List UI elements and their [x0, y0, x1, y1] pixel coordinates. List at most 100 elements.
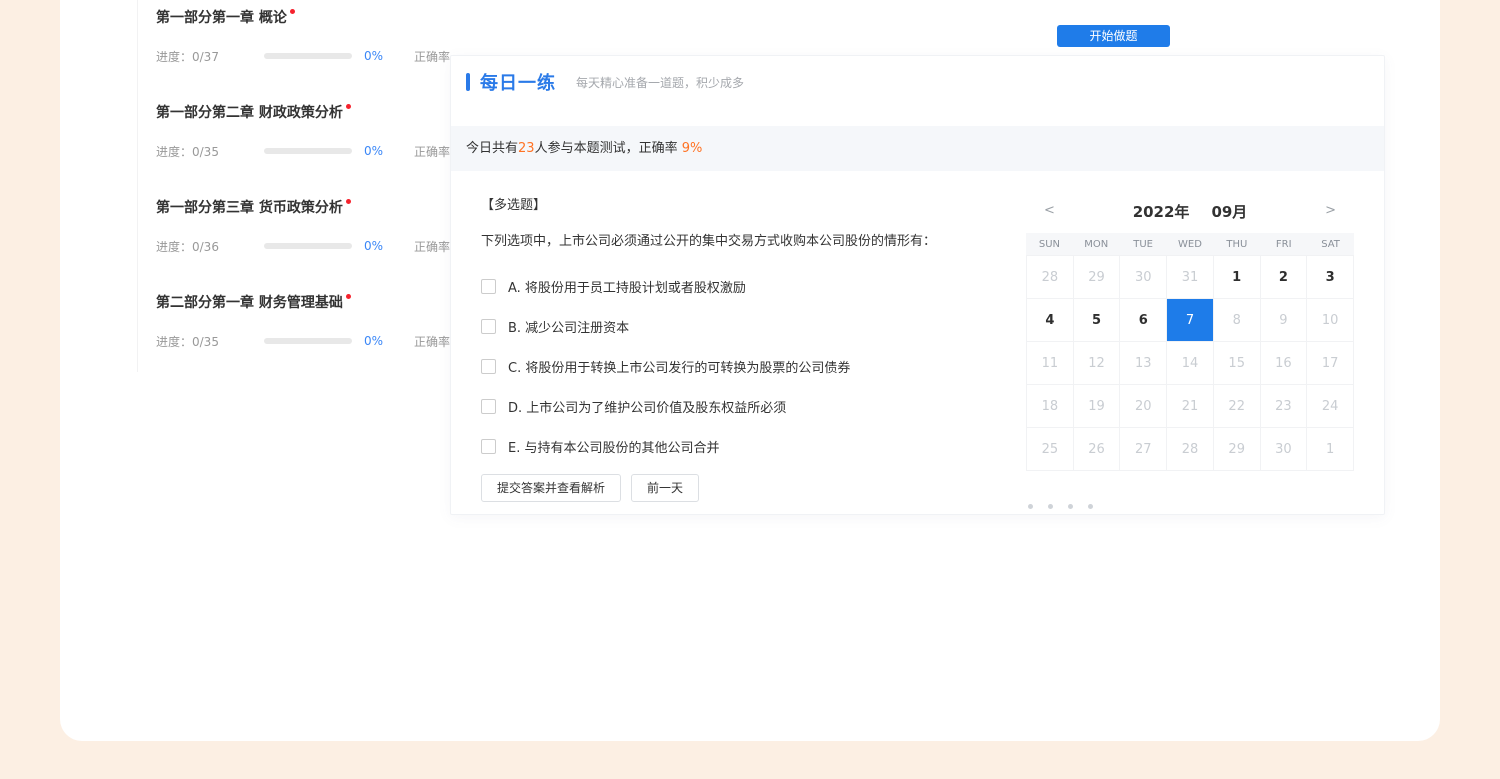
chapter-progress-percent: 0%: [364, 49, 384, 63]
calendar-day[interactable]: 2: [1260, 256, 1308, 299]
daily-practice-header: 每日一练 每天精心准备一道题，积少成多: [466, 69, 744, 95]
chapter-accuracy-label: 正确率: [414, 49, 451, 64]
calendar-day[interactable]: 17: [1307, 342, 1354, 385]
calendar-day[interactable]: 10: [1307, 299, 1354, 342]
calendar-day[interactable]: 24: [1307, 385, 1354, 428]
calendar: < 2022年 09月 > SUN MON TUE WED THU FRI SA…: [1026, 198, 1354, 471]
calendar-day[interactable]: 3: [1307, 256, 1354, 299]
daily-practice-title: 每日一练: [480, 73, 556, 94]
calendar-day[interactable]: 28: [1167, 428, 1214, 471]
stats-accuracy-rate: 9%: [681, 141, 703, 156]
calendar-day[interactable]: 1: [1213, 256, 1261, 299]
chapter-progress-label: 进度：0/36: [156, 239, 219, 254]
chapter-title: 第二部分第一章 财务管理基础: [156, 295, 343, 311]
dot: [1048, 504, 1053, 509]
calendar-day[interactable]: 25: [1027, 428, 1074, 471]
stats-participant-count: 23: [518, 141, 535, 156]
next-month-icon[interactable]: >: [1321, 198, 1340, 224]
notification-dot-icon: [345, 104, 351, 109]
calendar-day[interactable]: 28: [1027, 256, 1074, 299]
weekday-label: SUN: [1038, 238, 1060, 250]
question-type-label: 【多选题】: [481, 198, 547, 213]
checkbox[interactable]: [481, 318, 496, 334]
calendar-year-month: 2022年 09月: [1133, 201, 1248, 222]
calendar-day[interactable]: 6: [1120, 299, 1168, 342]
dot: [1088, 504, 1093, 509]
chapter-progress-bar: [264, 148, 352, 154]
start-practice-button[interactable]: 开始做题: [1057, 25, 1170, 47]
chapter-accuracy-label: 正确率: [414, 239, 451, 254]
calendar-day[interactable]: 4: [1027, 299, 1074, 342]
option-label: C. 将股份用于转换上市公司发行的可转换为股票的公司债券: [508, 360, 851, 376]
option-label: B. 减少公司注册资本: [508, 320, 630, 336]
checkbox[interactable]: [481, 358, 496, 374]
calendar-day[interactable]: 5: [1073, 299, 1121, 342]
dot: [1028, 504, 1033, 509]
calendar-day[interactable]: 7: [1167, 299, 1214, 342]
content-card: 第一部分第一章 概论 进度：0/37 0% 正确率 第一部分第二章 财政政策分析…: [60, 0, 1440, 741]
chapter-progress-percent: 0%: [364, 239, 384, 253]
option-label: E. 与持有本公司股份的其他公司合并: [508, 440, 720, 456]
weekday-label: WED: [1178, 238, 1202, 250]
calendar-day[interactable]: 27: [1120, 428, 1168, 471]
chapter-accuracy-label: 正确率: [414, 334, 451, 349]
previous-day-button[interactable]: 前一天: [631, 474, 700, 502]
notification-dot-icon: [345, 199, 351, 204]
daily-practice-subtitle: 每天精心准备一道题，积少成多: [576, 75, 745, 90]
chapter-title: 第一部分第二章 财政政策分析: [156, 105, 343, 121]
weekday-label: TUE: [1133, 238, 1153, 250]
dot: [1068, 504, 1073, 509]
calendar-day[interactable]: 19: [1073, 385, 1121, 428]
option-row-a[interactable]: A. 将股份用于员工持股计划或者股权激励: [481, 276, 1011, 296]
option-row-b[interactable]: B. 减少公司注册资本: [481, 316, 1011, 336]
calendar-day[interactable]: 31: [1167, 256, 1214, 299]
calendar-day[interactable]: 26: [1073, 428, 1121, 471]
weekday-label: FRI: [1275, 238, 1292, 250]
option-label: D. 上市公司为了维护公司价值及股东权益所必须: [508, 400, 787, 416]
chapter-progress-label: 进度：0/35: [156, 334, 219, 349]
calendar-day[interactable]: 23: [1260, 385, 1308, 428]
chapter-progress-label: 进度：0/37: [156, 49, 219, 64]
calendar-day[interactable]: 22: [1213, 385, 1261, 428]
checkbox[interactable]: [481, 278, 496, 294]
calendar-day[interactable]: 14: [1167, 342, 1214, 385]
calendar-month: 09月: [1211, 202, 1248, 221]
calendar-day[interactable]: 13: [1120, 342, 1168, 385]
calendar-day[interactable]: 30: [1260, 428, 1308, 471]
calendar-day[interactable]: 16: [1260, 342, 1308, 385]
checkbox[interactable]: [481, 398, 496, 414]
chapter-progress-bar: [264, 53, 352, 59]
weekday-label: SAT: [1321, 238, 1340, 250]
title-accent-bar: [466, 73, 470, 91]
option-row-c[interactable]: C. 将股份用于转换上市公司发行的可转换为股票的公司债券: [481, 356, 1011, 376]
chapter-accuracy-label: 正确率: [414, 144, 451, 159]
chapter-progress-percent: 0%: [364, 334, 384, 348]
option-row-d[interactable]: D. 上市公司为了维护公司价值及股东权益所必须: [481, 396, 1011, 416]
calendar-day[interactable]: 1: [1307, 428, 1354, 471]
prev-month-icon[interactable]: <: [1040, 198, 1059, 224]
calendar-day[interactable]: 29: [1073, 256, 1121, 299]
notification-dot-icon: [289, 9, 295, 14]
calendar-day[interactable]: 15: [1213, 342, 1261, 385]
page: 第一部分第一章 概论 进度：0/37 0% 正确率 第一部分第二章 财政政策分析…: [0, 0, 1500, 779]
stats-prefix: 今日共有: [466, 141, 519, 156]
calendar-day[interactable]: 20: [1120, 385, 1168, 428]
calendar-day[interactable]: 18: [1027, 385, 1074, 428]
option-row-e[interactable]: E. 与持有本公司股份的其他公司合并: [481, 436, 1011, 456]
calendar-day[interactable]: 9: [1260, 299, 1308, 342]
calendar-day[interactable]: 30: [1120, 256, 1168, 299]
calendar-day[interactable]: 21: [1167, 385, 1214, 428]
calendar-day[interactable]: 11: [1027, 342, 1074, 385]
calendar-day[interactable]: 8: [1213, 299, 1261, 342]
calendar-year: 2022年: [1132, 202, 1190, 221]
question-text: 下列选项中，上市公司必须通过公开的集中交易方式收购本公司股份的情形有：: [481, 234, 937, 249]
calendar-grid: 28 29 30 31 1 2 3 4 5 6 7 8 9 10 11 12 1: [1026, 255, 1354, 471]
submit-answer-button[interactable]: 提交答案并查看解析: [481, 474, 622, 502]
daily-practice-panel: 每日一练 每天精心准备一道题，积少成多 今日共有23人参与本题测试，正确率 9%…: [450, 55, 1385, 515]
checkbox[interactable]: [481, 438, 496, 454]
chapter-title-row: 第一部分第一章 概论: [156, 8, 697, 28]
stats-middle: 人参与本题测试，正确率: [534, 141, 682, 156]
calendar-day[interactable]: 29: [1213, 428, 1261, 471]
calendar-day[interactable]: 12: [1073, 342, 1121, 385]
participation-stats: 今日共有23人参与本题测试，正确率 9%: [451, 126, 1384, 171]
